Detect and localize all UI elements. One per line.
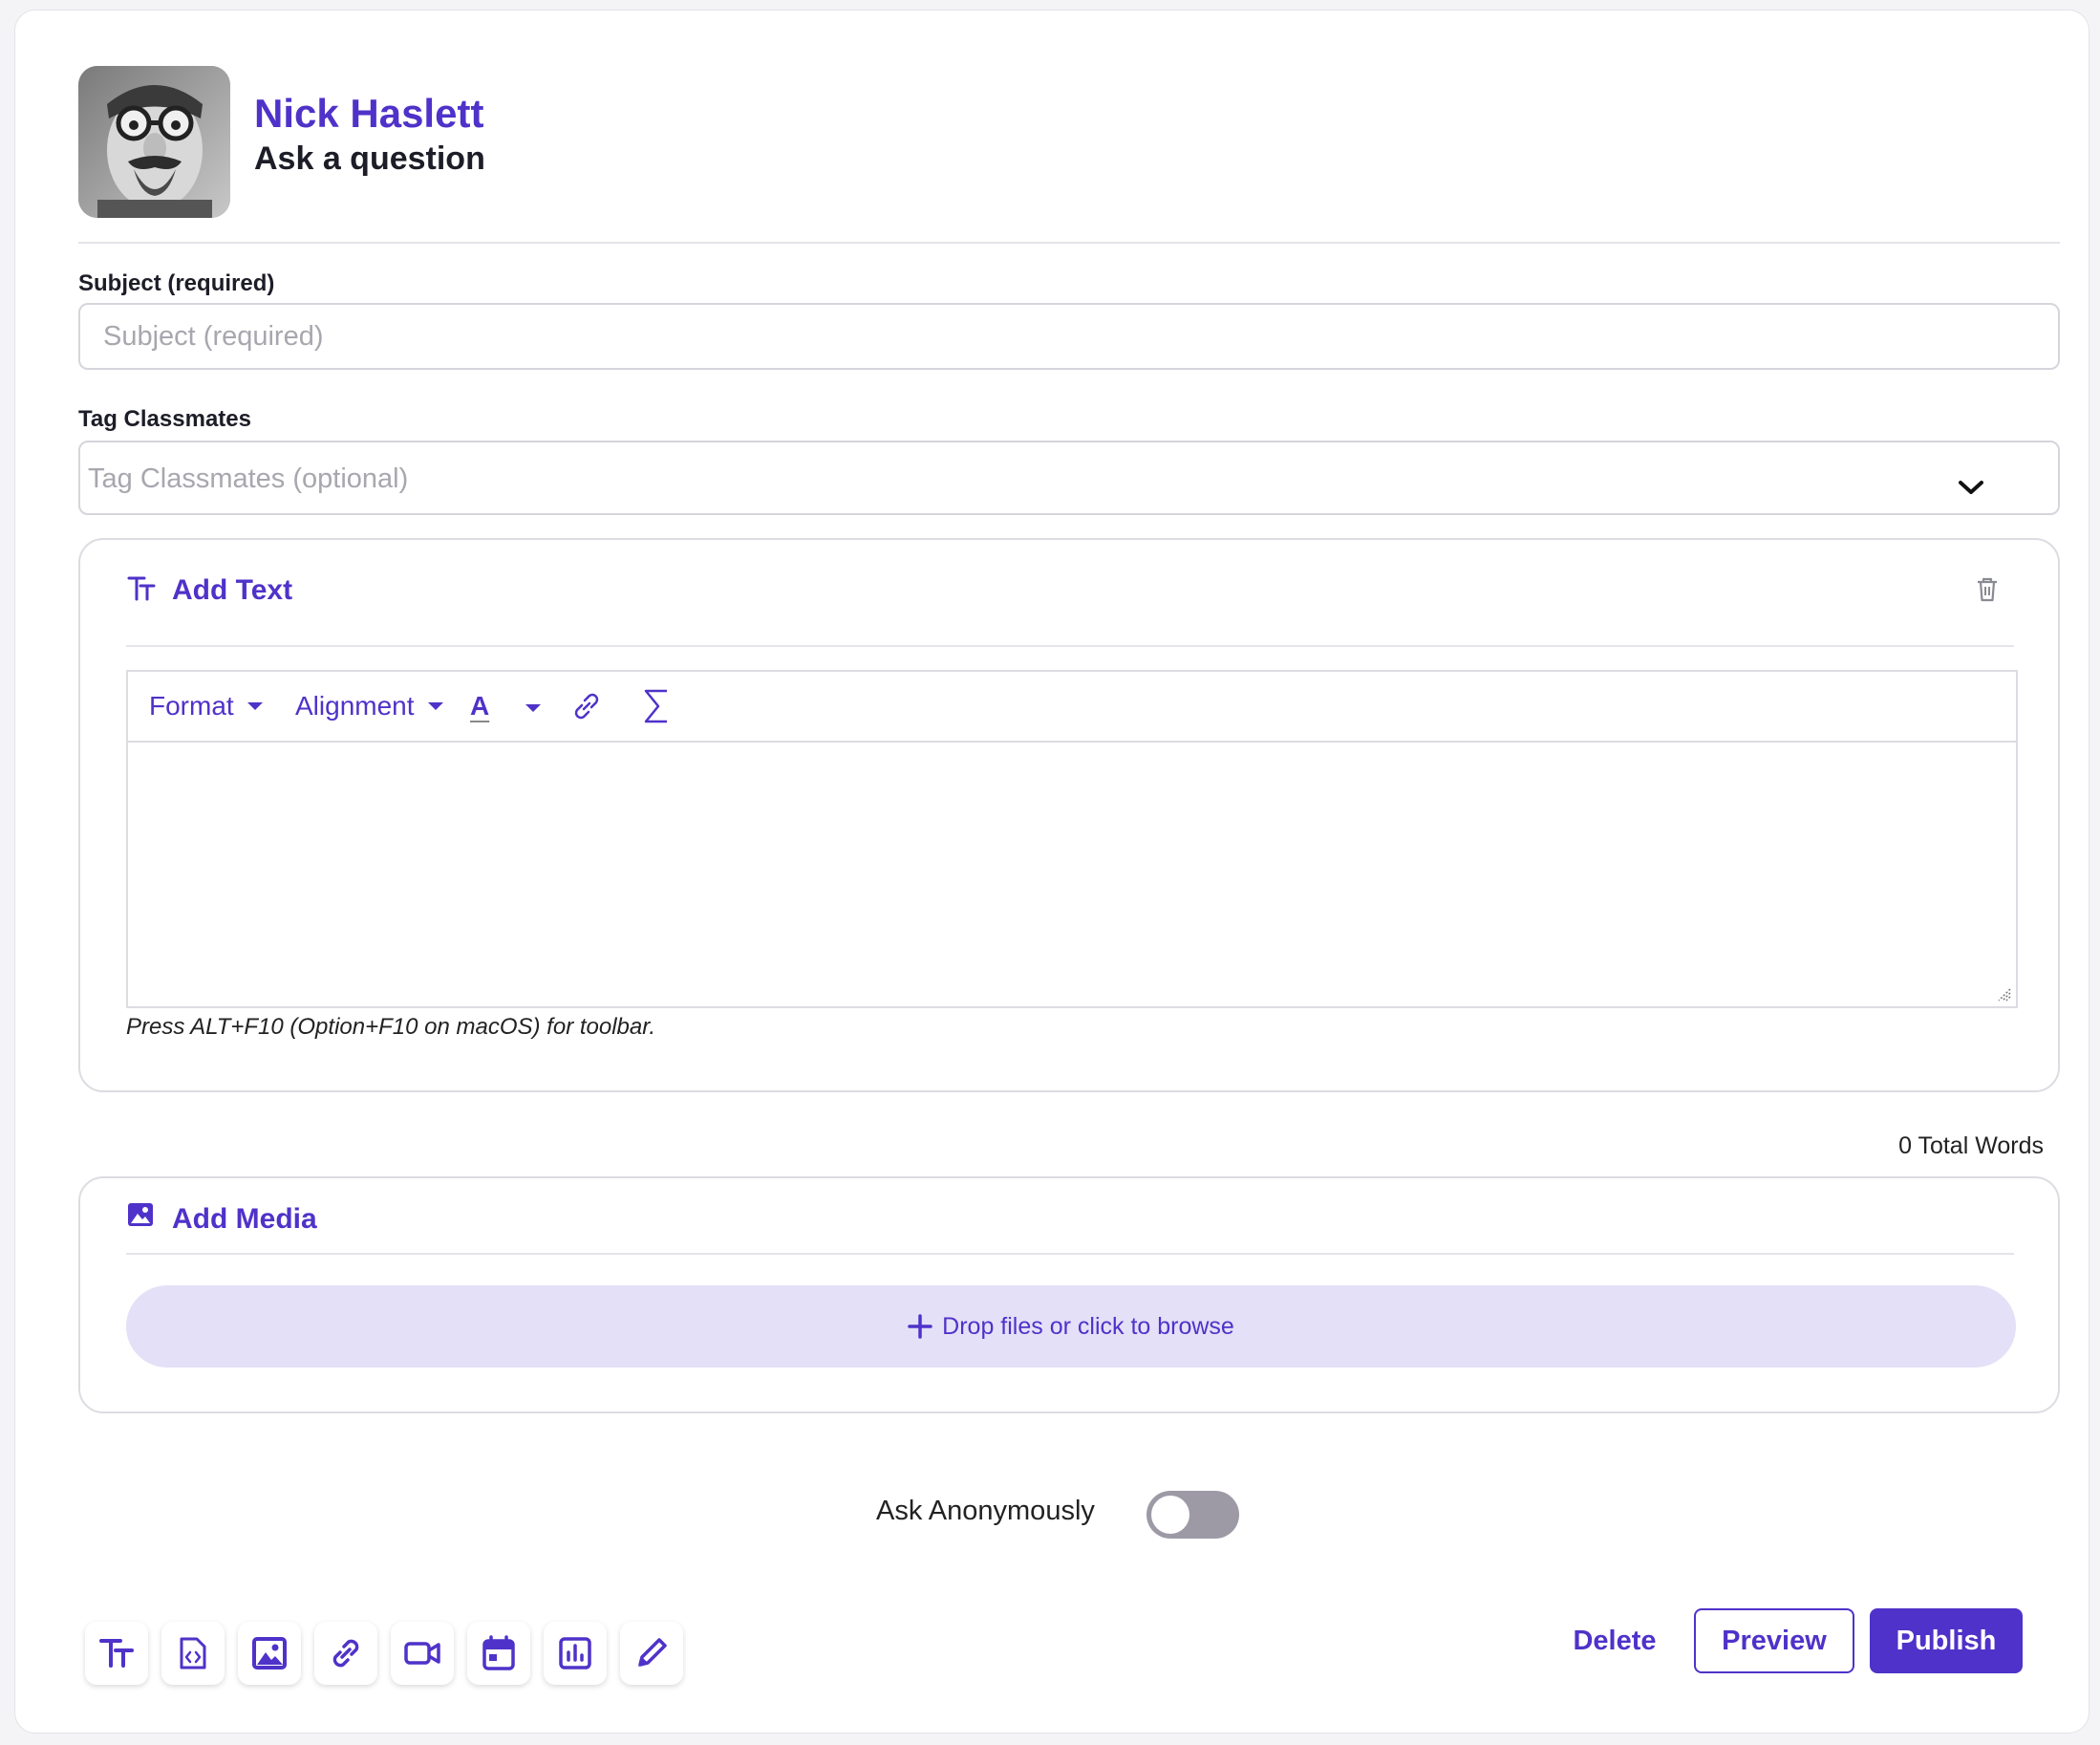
image-icon — [252, 1637, 287, 1670]
ask-question-card: Nick Haslett Ask a question Subject (req… — [14, 10, 2089, 1734]
add-event-block-button[interactable] — [467, 1622, 530, 1685]
delete-button[interactable]: Delete — [1565, 1608, 1664, 1673]
word-count: 0 Total Words — [1898, 1132, 2044, 1159]
calendar-icon — [482, 1635, 515, 1670]
add-media-title: Add Media — [172, 1203, 317, 1235]
tag-classmates-placeholder: Tag Classmates (optional) — [88, 463, 409, 494]
code-file-icon — [180, 1637, 206, 1670]
add-drawing-block-button[interactable] — [620, 1622, 683, 1685]
subject-label: Subject (required) — [78, 270, 275, 296]
tag-classmates-label: Tag Classmates — [78, 406, 251, 432]
toolbar-hint: Press ALT+F10 (Option+F10 on macOS) for … — [126, 1014, 656, 1040]
chart-icon — [559, 1637, 591, 1670]
add-video-block-button[interactable] — [391, 1622, 454, 1685]
toggle-knob — [1151, 1496, 1189, 1534]
avatar-photo — [78, 66, 230, 218]
pencil-icon — [638, 1638, 667, 1667]
video-icon — [404, 1642, 440, 1665]
add-image-block-button[interactable] — [238, 1622, 301, 1685]
chevron-down-icon[interactable] — [1955, 477, 1987, 498]
add-media-divider — [126, 1253, 2014, 1255]
ask-anonymously-toggle[interactable] — [1146, 1491, 1239, 1539]
math-sigma-icon[interactable] — [642, 687, 671, 725]
add-text-title: Add Text — [172, 574, 293, 606]
resize-handle-icon[interactable] — [1997, 987, 2012, 1002]
tag-classmates-select[interactable]: Tag Classmates (optional) — [78, 441, 2060, 515]
add-poll-block-button[interactable] — [544, 1622, 607, 1685]
add-text-section: Add Text Format Alignment A Press ALT+F1… — [78, 538, 2060, 1092]
preview-button[interactable]: Preview — [1694, 1608, 1854, 1673]
link-icon[interactable] — [569, 689, 604, 723]
ask-anonymously-label: Ask Anonymously — [876, 1496, 1095, 1526]
add-text-block-button[interactable] — [85, 1622, 148, 1685]
text-icon — [99, 1639, 134, 1668]
publish-button[interactable]: Publish — [1870, 1608, 2023, 1673]
font-color-button[interactable]: A — [470, 691, 489, 722]
editor-content-area[interactable] — [128, 743, 2016, 1006]
editor-toolbar: Format Alignment A — [128, 672, 2016, 743]
alignment-label: Alignment — [295, 691, 415, 721]
format-label: Format — [149, 691, 234, 721]
avatar — [78, 66, 230, 218]
plus-icon — [908, 1314, 932, 1339]
add-text-divider — [126, 645, 2014, 647]
subject-input[interactable] — [78, 303, 2060, 370]
text-format-icon — [127, 576, 156, 601]
rich-text-editor: Format Alignment A — [126, 670, 2018, 1008]
user-name: Nick Haslett — [254, 91, 484, 136]
add-media-section: Add Media Drop files or click to browse — [78, 1176, 2060, 1413]
link-icon — [332, 1639, 359, 1668]
font-color-icon: A — [470, 691, 490, 721]
caret-down-icon — [246, 702, 263, 710]
drop-zone-label: Drop files or click to browse — [942, 1312, 1234, 1340]
file-drop-zone[interactable]: Drop files or click to browse — [126, 1285, 2016, 1368]
format-dropdown[interactable]: Format — [149, 691, 263, 722]
trash-icon[interactable] — [1976, 576, 1999, 603]
add-link-block-button[interactable] — [314, 1622, 377, 1685]
alignment-dropdown[interactable]: Alignment — [295, 691, 443, 722]
add-code-block-button[interactable] — [161, 1622, 225, 1685]
header-divider — [78, 242, 2060, 244]
caret-down-icon — [427, 702, 443, 710]
page-subtitle: Ask a question — [254, 140, 485, 177]
font-color-caret-icon[interactable] — [525, 704, 541, 712]
image-icon — [128, 1203, 153, 1226]
